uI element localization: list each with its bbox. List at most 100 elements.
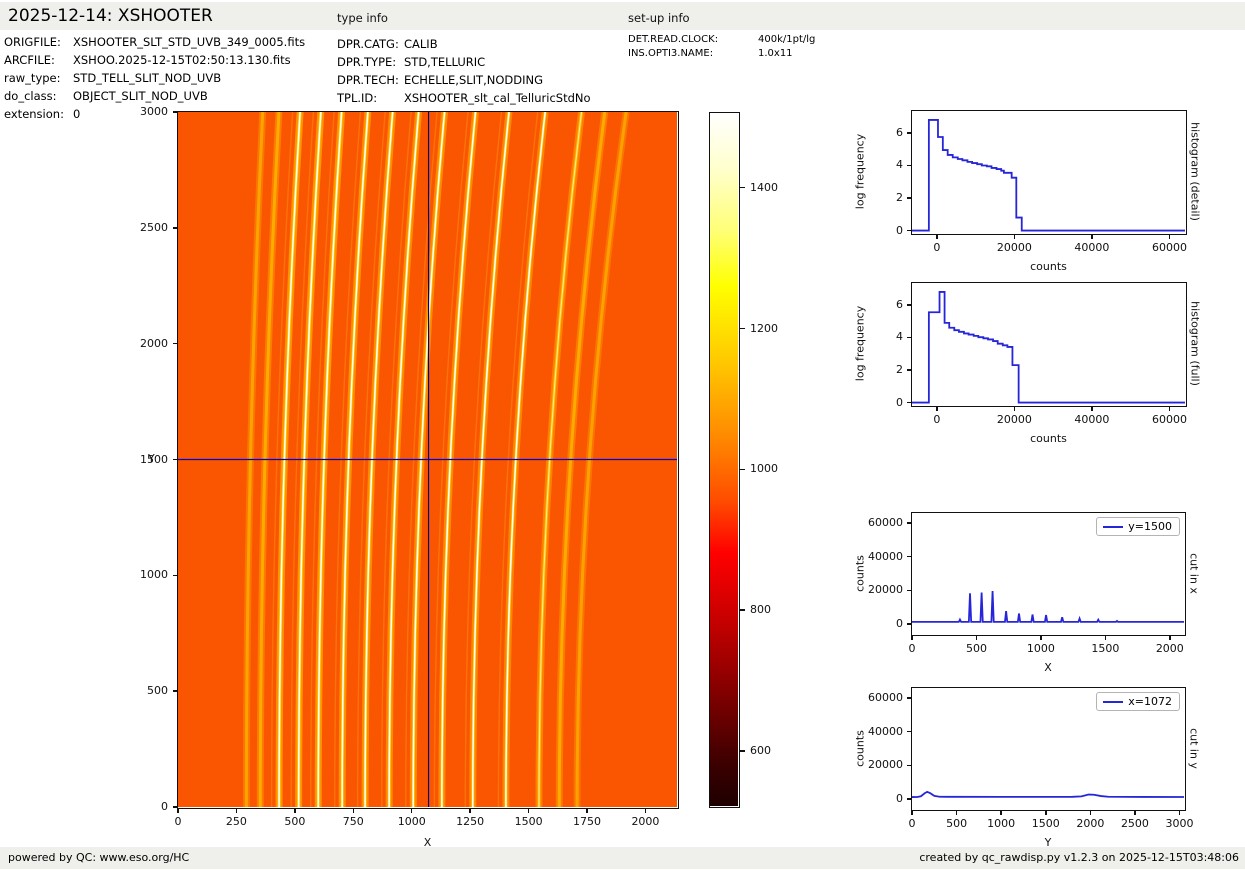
main-x-tick-label: 1500 — [514, 815, 543, 828]
hist-detail-panel-y-tick — [906, 132, 911, 134]
cut-y-panel-legend-label: x=1072 — [1128, 695, 1172, 708]
cut-x-panel-x-tick-label: 0 — [908, 642, 916, 655]
cut-x-panel-y-tick — [906, 555, 911, 558]
hist-full-panel-plot — [912, 291, 1185, 404]
main-y-tick — [172, 806, 177, 808]
file-info-row-value: OBJECT_SLIT_NOD_UVB — [73, 89, 208, 103]
hist-full-panel-x-tick-label: 40000 — [1074, 413, 1110, 426]
main-y-tick — [172, 690, 177, 692]
type-info-row-value: STD,TELLURIC — [404, 55, 486, 69]
hist-detail-panel-side-label: histogram (detail) — [1188, 122, 1202, 221]
cut-y-panel-y-tick — [906, 798, 911, 800]
colorbar-tick — [739, 327, 745, 330]
cut-y-panel-x-tick — [1000, 810, 1002, 815]
cut-x-panel-x-tick — [911, 635, 913, 640]
qc-report-page: 2025-12-14: XSHOOTER type info set-up in… — [0, 0, 1245, 870]
cut-y-panel-x-tick-label: 0 — [908, 817, 916, 830]
cut-y-panel-x-axis-label: Y — [1044, 836, 1052, 849]
cut-y-panel-x-tick-label: 2000 — [1076, 817, 1105, 830]
file-info-row: ORIGFILE: XSHOOTER_SLT_STD_UVB_349_0005.f… — [4, 33, 305, 51]
cut-x-panel-legend: y=1500 — [1096, 517, 1180, 536]
hist-detail-panel-x-tick — [1168, 234, 1171, 239]
colorbar-tick-label: 1400 — [750, 180, 778, 194]
hist-detail-panel-y-tick-label: 0 — [896, 223, 903, 237]
cut-y-panel-y-tick — [906, 697, 911, 699]
cut-y-panel-x-tick-label: 500 — [946, 817, 968, 830]
cut-y-panel-x-tick-label: 3000 — [1165, 817, 1194, 830]
cut-y-panel-x-tick-label: 2500 — [1120, 817, 1149, 830]
file-info-row-label: do_class: — [4, 89, 57, 103]
colorbar-tick — [739, 468, 745, 471]
setup-info-row: DET.READ.CLOCK: 400k/1pt/lg — [628, 33, 815, 47]
main-x-tick — [586, 808, 588, 813]
cut-y-panel-x-tick-label: 1000 — [987, 817, 1016, 830]
cut-x-panel-x-tick — [1040, 635, 1042, 640]
hist-full-panel-y-tick — [906, 401, 911, 404]
hist-full-panel-x-tick — [1013, 406, 1016, 411]
type-info-column: DPR.CATG: CALIB DPR.TYPE: STD,TELLURIC DPR.T… — [337, 35, 591, 107]
type-info-row: DPR.CATG: CALIB — [337, 35, 591, 53]
hist-detail-panel-x-tick-label: 60000 — [1151, 241, 1187, 254]
hist-full-panel-x-tick — [1091, 406, 1093, 411]
hist-detail-panel-y-tick — [906, 197, 911, 199]
main-x-tick-label: 1750 — [573, 815, 602, 828]
hist-full-panel-y-tick — [906, 304, 911, 306]
cut-x-panel-x-tick — [1104, 635, 1107, 640]
main-y-tick-label: 1000 — [140, 568, 168, 582]
hist-full-panel-y-tick — [906, 336, 911, 339]
main-x-tick — [294, 808, 296, 813]
colorbar-tick — [739, 186, 745, 189]
cut-y-panel-y-axis-label: counts — [853, 729, 867, 767]
main-y-tick — [172, 111, 177, 113]
main-x-tick-label: 1000 — [397, 815, 426, 828]
cut-y-panel-y-tick-label: 0 — [896, 791, 903, 805]
cut-y-panel-x-tick-label: 1500 — [1031, 817, 1060, 830]
cut-x-panel-x-tick-label: 1000 — [1026, 642, 1055, 655]
file-info-row-label: ARCFILE: — [4, 53, 55, 67]
type-info-row-value: XSHOOTER_slt_cal_TelluricStdNo — [404, 91, 591, 105]
section-type-info-header: type info — [337, 11, 388, 25]
cut-y-panel-y-tick — [906, 764, 911, 767]
hist-full-panel-side-label: histogram (full) — [1188, 301, 1202, 386]
cut-x-panel-x-tick-label: 2000 — [1155, 642, 1184, 655]
main-x-tick — [469, 808, 471, 813]
cut-x-panel-y-tick-label: 0 — [896, 616, 903, 630]
type-info-row: TPL.ID: XSHOOTER_slt_cal_TelluricStdNo — [337, 89, 591, 107]
cut-x-panel-x-tick — [1169, 635, 1171, 640]
main-y-tick-label: 2500 — [140, 220, 168, 234]
hist-detail-panel-x-tick — [936, 234, 938, 239]
main-x-tick — [644, 808, 647, 813]
type-info-row-value: CALIB — [404, 37, 438, 51]
cut-x-panel-x-tick-label: 1500 — [1091, 642, 1120, 655]
main-x-tick-label: 250 — [225, 815, 247, 828]
type-info-row: DPR.TYPE: STD,TELLURIC — [337, 53, 591, 71]
section-setup-info-header: set-up info — [628, 11, 690, 25]
cut-y-panel-side-label: cut in y — [1187, 727, 1201, 769]
cut-y-panel-legend: x=1072 — [1096, 692, 1180, 711]
footer-credit-left: powered by QC: www.eso.org/HC — [8, 851, 190, 864]
cut-y-panel-x-tick — [1089, 810, 1092, 815]
main-y-tick-label: 1500 — [140, 452, 168, 466]
cut-y-panel-y-tick-label: 60000 — [868, 691, 903, 705]
main-x-tick — [177, 808, 179, 813]
hist-detail-panel-y-tick — [906, 229, 911, 232]
colorbar-tick — [739, 609, 745, 611]
cut-y-panel-x-tick — [1134, 810, 1136, 815]
main-x-tick-label: 1250 — [456, 815, 485, 828]
colorbar-tick-label: 1200 — [750, 321, 778, 335]
main-x-tick-label: 500 — [284, 815, 306, 828]
cut-x-panel-y-tick — [906, 522, 911, 524]
type-info-row-value: ECHELLE,SLIT,NODDING — [404, 73, 543, 87]
hist-full-panel-x-tick-label: 60000 — [1151, 413, 1187, 426]
hist-detail-panel-x-tick-label: 0 — [933, 241, 941, 254]
main-x-tick-label: 0 — [174, 815, 182, 828]
main-y-tick-label: 500 — [147, 684, 168, 698]
setup-info-row-label: INS.OPTI3.NAME: — [628, 48, 714, 59]
colorbar-tick-label: 800 — [750, 603, 771, 617]
hist-full-panel-y-tick-label: 0 — [896, 395, 903, 409]
cut-x-panel-x-tick — [975, 635, 978, 640]
main-plot-frame — [176, 110, 679, 809]
cut-x-panel-x-tick-label: 500 — [965, 642, 987, 655]
file-info-row-label: ORIGFILE: — [4, 35, 61, 49]
hist-full-panel-x-tick — [936, 406, 938, 411]
